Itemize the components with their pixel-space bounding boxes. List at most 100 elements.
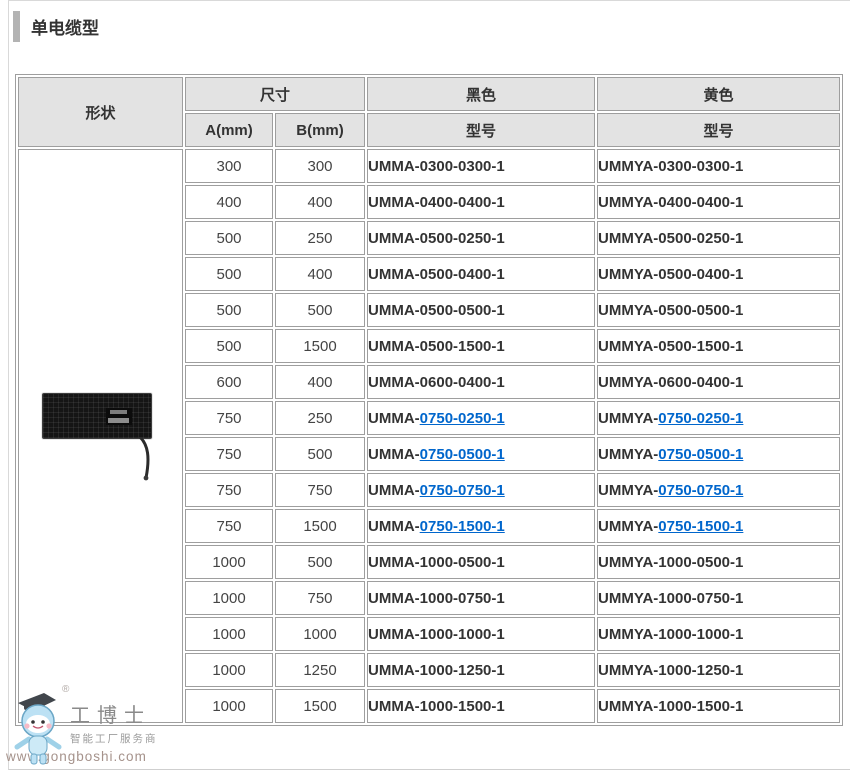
black-model-cell: UMMA-0500-0250-1 — [367, 221, 595, 255]
dimension-b-cell: 1250 — [275, 653, 365, 687]
black-model-cell: UMMA-0750-0750-1 — [367, 473, 595, 507]
model-prefix: UMMYA- — [598, 410, 658, 427]
yellow-model-cell: UMMYA-1000-0500-1 — [597, 545, 840, 579]
yellow-model-cell: UMMYA-0500-0500-1 — [597, 293, 840, 327]
model-link[interactable]: 0750-0750-1 — [658, 482, 743, 499]
dimension-b-cell: 250 — [275, 221, 365, 255]
dimension-a-cell: 1000 — [185, 689, 273, 723]
yellow-model-cell: UMMYA-0300-0300-1 — [597, 149, 840, 183]
dimension-b-cell: 500 — [275, 293, 365, 327]
page-title: 单电缆型 — [31, 14, 99, 39]
black-model-cell: UMMA-1000-0750-1 — [367, 581, 595, 615]
model-prefix: UMMYA- — [598, 482, 658, 499]
col-header-yellow: 黄色 — [597, 77, 840, 111]
cable-mat-image — [42, 393, 152, 439]
watermark-brand: 工博士 — [70, 699, 156, 728]
dimension-a-cell: 400 — [185, 185, 273, 219]
dimension-a-cell: 600 — [185, 365, 273, 399]
dimension-b-cell: 750 — [275, 581, 365, 615]
yellow-model-cell: UMMYA-1000-1500-1 — [597, 689, 840, 723]
yellow-model-cell: UMMYA-0600-0400-1 — [597, 365, 840, 399]
dimension-a-cell: 750 — [185, 437, 273, 471]
col-header-model-yellow: 型号 — [597, 113, 840, 147]
yellow-model-cell: UMMYA-0750-0500-1 — [597, 437, 840, 471]
black-model-cell: UMMA-0300-0300-1 — [367, 149, 595, 183]
dimension-a-cell: 500 — [185, 257, 273, 291]
dimension-b-cell: 300 — [275, 149, 365, 183]
dimension-a-cell: 750 — [185, 401, 273, 435]
model-prefix: UMMA- — [368, 446, 420, 463]
model-link[interactable]: 0750-1500-1 — [420, 518, 505, 535]
black-model-cell: UMMA-0400-0400-1 — [367, 185, 595, 219]
dimension-b-cell: 1000 — [275, 617, 365, 651]
yellow-model-cell: UMMYA-0750-0750-1 — [597, 473, 840, 507]
black-model-cell: UMMA-0500-1500-1 — [367, 329, 595, 363]
watermark: ® 工博士 智能工厂服务商 www.gongboshi.com — [4, 682, 156, 764]
yellow-model-cell: UMMYA-0500-0400-1 — [597, 257, 840, 291]
model-prefix: UMMA- — [368, 518, 420, 535]
model-prefix: UMMYA- — [598, 518, 658, 535]
model-link[interactable]: 0750-0500-1 — [420, 446, 505, 463]
black-model-cell: UMMA-0750-0250-1 — [367, 401, 595, 435]
model-link[interactable]: 0750-1500-1 — [658, 518, 743, 535]
model-prefix: UMMA- — [368, 482, 420, 499]
black-model-cell: UMMA-1000-1000-1 — [367, 617, 595, 651]
col-header-black: 黑色 — [367, 77, 595, 111]
product-spec-table: 形状 尺寸 黑色 黄色 A(mm) B(mm) 型号 型号 300300UMMA… — [15, 74, 843, 726]
yellow-model-cell: UMMYA-1000-1000-1 — [597, 617, 840, 651]
yellow-model-cell: UMMYA-0500-1500-1 — [597, 329, 840, 363]
dimension-a-cell: 500 — [185, 293, 273, 327]
dimension-a-cell: 1000 — [185, 581, 273, 615]
dimension-a-cell: 1000 — [185, 545, 273, 579]
shape-cell — [18, 149, 183, 723]
black-model-cell: UMMA-1000-0500-1 — [367, 545, 595, 579]
dimension-b-cell: 400 — [275, 185, 365, 219]
dimension-a-cell: 300 — [185, 149, 273, 183]
model-link[interactable]: 0750-0250-1 — [420, 410, 505, 427]
yellow-model-cell: UMMYA-1000-0750-1 — [597, 581, 840, 615]
yellow-model-cell: UMMYA-0500-0250-1 — [597, 221, 840, 255]
dimension-b-cell: 500 — [275, 437, 365, 471]
model-prefix: UMMA- — [368, 410, 420, 427]
col-header-shape: 形状 — [18, 77, 183, 147]
dimension-b-cell: 1500 — [275, 509, 365, 543]
mat-label — [106, 408, 132, 425]
title-accent-bar — [13, 11, 20, 42]
black-model-cell: UMMA-0750-0500-1 — [367, 437, 595, 471]
dimension-a-cell: 750 — [185, 509, 273, 543]
yellow-model-cell: UMMYA-0750-1500-1 — [597, 509, 840, 543]
dimension-b-cell: 1500 — [275, 329, 365, 363]
yellow-model-cell: UMMYA-1000-1250-1 — [597, 653, 840, 687]
watermark-text: 工博士 智能工厂服务商 — [70, 682, 156, 746]
black-model-cell: UMMA-0500-0400-1 — [367, 257, 595, 291]
watermark-mascot-icon — [12, 690, 72, 766]
model-link[interactable]: 0750-0500-1 — [658, 446, 743, 463]
dimension-b-cell: 750 — [275, 473, 365, 507]
model-link[interactable]: 0750-0250-1 — [658, 410, 743, 427]
col-header-b-mm: B(mm) — [275, 113, 365, 147]
dimension-b-cell: 1500 — [275, 689, 365, 723]
dimension-b-cell: 250 — [275, 401, 365, 435]
dimension-b-cell: 400 — [275, 365, 365, 399]
model-link[interactable]: 0750-0750-1 — [420, 482, 505, 499]
col-header-size: 尺寸 — [185, 77, 365, 111]
dimension-a-cell: 750 — [185, 473, 273, 507]
black-model-cell: UMMA-1000-1250-1 — [367, 653, 595, 687]
dimension-a-cell: 500 — [185, 221, 273, 255]
dimension-b-cell: 400 — [275, 257, 365, 291]
col-header-model-black: 型号 — [367, 113, 595, 147]
dimension-a-cell: 1000 — [185, 653, 273, 687]
watermark-tagline: 智能工厂服务商 — [70, 731, 156, 746]
dimension-b-cell: 500 — [275, 545, 365, 579]
product-photo — [42, 391, 160, 481]
cable-wire — [135, 437, 161, 481]
black-model-cell: UMMA-1000-1500-1 — [367, 689, 595, 723]
black-model-cell: UMMA-0500-0500-1 — [367, 293, 595, 327]
yellow-model-cell: UMMYA-0400-0400-1 — [597, 185, 840, 219]
black-model-cell: UMMA-0750-1500-1 — [367, 509, 595, 543]
section-title: 单电缆型 — [13, 11, 99, 42]
dimension-a-cell: 500 — [185, 329, 273, 363]
header-row-1: 形状 尺寸 黑色 黄色 — [18, 77, 840, 111]
black-model-cell: UMMA-0600-0400-1 — [367, 365, 595, 399]
model-prefix: UMMYA- — [598, 446, 658, 463]
